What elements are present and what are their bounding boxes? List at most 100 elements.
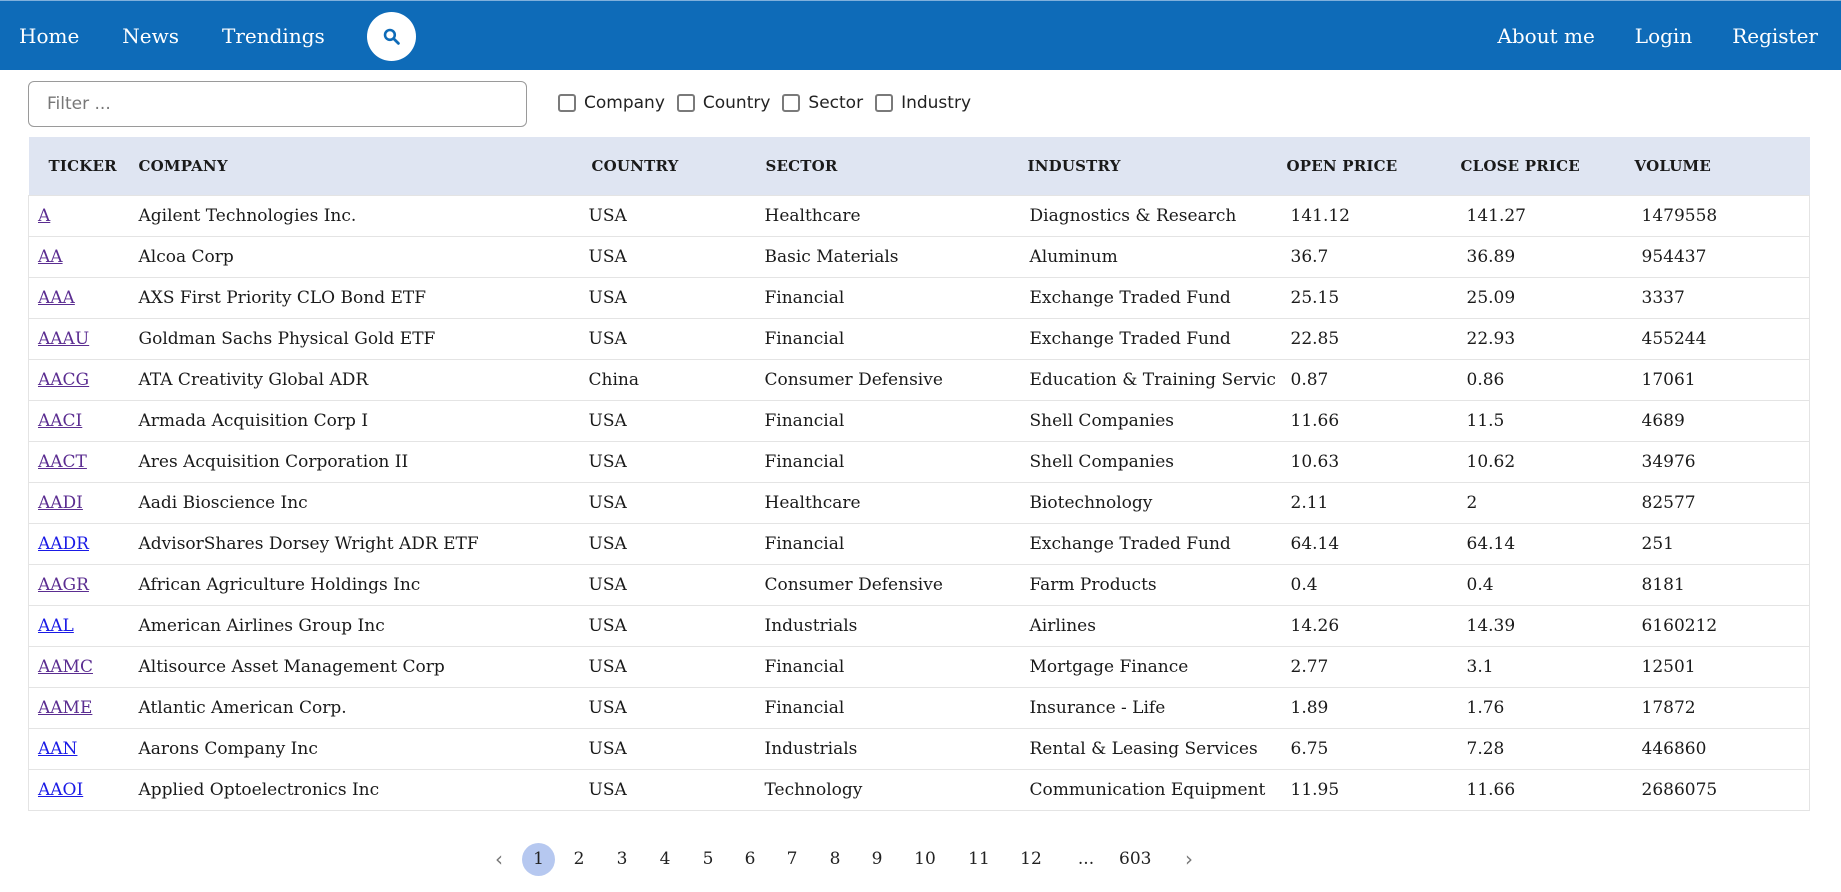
checkbox-country[interactable]: Country: [676, 93, 770, 113]
checkbox-box[interactable]: [782, 94, 801, 112]
ticker-link[interactable]: AADR: [38, 534, 89, 554]
pagination-page[interactable]: 5: [697, 843, 719, 875]
ticker-link[interactable]: AAAU: [38, 329, 89, 349]
pagination-prev-icon[interactable]: ‹: [492, 843, 506, 875]
checkbox-sector[interactable]: Sector: [782, 93, 863, 113]
table-row[interactable]: AACI Armada Acquisition Corp I USA Financia…: [28, 400, 1810, 442]
ticker-link[interactable]: AACI: [38, 411, 82, 431]
cell-industry: Shell Companies: [1014, 441, 1275, 483]
table-row[interactable]: AAN Aarons Company Inc USA Industrials Renta…: [28, 728, 1810, 770]
table-row[interactable]: AAA AXS First Priority CLO Bond ETF USA Fin…: [28, 277, 1810, 319]
table-row[interactable]: AAOI Applied Optoelectronics Inc USA Techno…: [28, 769, 1810, 811]
nav-news-link[interactable]: News: [122, 24, 179, 48]
pagination-page[interactable]: 603: [1119, 843, 1151, 875]
pagination-page[interactable]: 10: [914, 843, 936, 875]
cell-industry: Exchange Traded Fund: [1014, 277, 1275, 319]
cell-sector: Industrials: [752, 605, 1015, 647]
checkbox-box[interactable]: [875, 94, 894, 112]
cell-sector: Technology: [752, 769, 1015, 811]
table-row[interactable]: AAMC Altisource Asset Management Corp USA F…: [28, 646, 1810, 688]
pagination-page[interactable]: 2: [568, 843, 590, 875]
ticker-link[interactable]: AAME: [38, 698, 92, 718]
cell-company: Altisource Asset Management Corp: [135, 646, 579, 688]
header-close-price[interactable]: CLOSE PRICE: [1449, 137, 1623, 196]
pagination-page[interactable]: 12: [1018, 843, 1044, 875]
checkbox-company[interactable]: Company: [558, 93, 665, 113]
header-volume[interactable]: VOLUME: [1623, 137, 1810, 196]
cell-open-price: 10.63: [1274, 441, 1449, 483]
cell-company: AdvisorShares Dorsey Wright ADR ETF: [135, 523, 579, 565]
cell-volume: 954437: [1622, 236, 1810, 278]
table-row[interactable]: AADI Aadi Bioscience Inc USA Healthcare Biot…: [28, 482, 1810, 524]
table-row[interactable]: AACT Ares Acquisition Corporation II USA Fi…: [28, 441, 1810, 483]
ticker-link[interactable]: AAL: [38, 616, 74, 636]
ticker-link[interactable]: AA: [38, 247, 63, 267]
cell-industry: Aluminum: [1014, 236, 1275, 278]
stock-table-wrapper: TICKER COMPANY COUNTRY SECTOR INDUSTRY O…: [28, 137, 1810, 811]
ticker-link[interactable]: AAN: [38, 739, 77, 759]
filter-input[interactable]: [28, 81, 527, 127]
nav-about-link[interactable]: About me: [1497, 24, 1594, 48]
checkbox-label: Sector: [808, 93, 864, 113]
table-row[interactable]: AAME Atlantic American Corp. USA Financial I…: [28, 687, 1810, 729]
pagination-page[interactable]: 4: [654, 843, 676, 875]
ticker-link[interactable]: AAGR: [38, 575, 89, 595]
table-row[interactable]: AAGR African Agriculture Holdings Inc USA C…: [28, 564, 1810, 606]
cell-country: USA: [578, 646, 753, 688]
header-sector[interactable]: SECTOR: [753, 137, 1015, 196]
cell-ticker: AAL: [28, 605, 136, 647]
ticker-link[interactable]: AAA: [38, 288, 75, 308]
search-button[interactable]: [367, 12, 416, 61]
header-industry[interactable]: INDUSTRY: [1015, 137, 1275, 196]
cell-volume: 12501: [1622, 646, 1810, 688]
pagination-page[interactable]: 6: [739, 843, 761, 875]
checkbox-industry[interactable]: Industry: [875, 93, 971, 113]
cell-ticker: AAN: [28, 728, 136, 770]
nav-home-link[interactable]: Home: [19, 24, 79, 48]
header-ticker[interactable]: TICKER: [29, 137, 136, 196]
checkbox-box[interactable]: [558, 94, 576, 112]
header-country[interactable]: COUNTRY: [579, 137, 753, 196]
pagination-page[interactable]: 9: [866, 843, 888, 875]
cell-close-price: 14.39: [1448, 605, 1623, 647]
ticker-link[interactable]: AAOI: [38, 780, 83, 800]
pagination-page[interactable]: 3: [611, 843, 633, 875]
cell-country: USA: [578, 195, 753, 237]
table-row[interactable]: AAAU Goldman Sachs Physical Gold ETF USA Fi…: [28, 318, 1810, 360]
cell-industry: Exchange Traded Fund: [1014, 318, 1275, 360]
ticker-link[interactable]: A: [38, 206, 50, 226]
cell-close-price: 64.14: [1448, 523, 1623, 565]
ticker-link[interactable]: AACT: [38, 452, 87, 472]
table-row[interactable]: AADR AdvisorShares Dorsey Wright ADR ETF U…: [28, 523, 1810, 565]
cell-country: USA: [578, 400, 753, 442]
pagination-page[interactable]: 11: [966, 843, 992, 875]
cell-company: Aadi Bioscience Inc: [135, 482, 579, 524]
ticker-link[interactable]: AADI: [38, 493, 83, 513]
nav-trendings-link[interactable]: Trendings: [222, 24, 325, 48]
cell-open-price: 11.95: [1274, 769, 1449, 811]
pagination-page[interactable]: 1: [522, 843, 555, 876]
table-row[interactable]: AACG ATA Creativity Global ADR China Consum…: [28, 359, 1810, 401]
checkbox-box[interactable]: [676, 94, 695, 112]
pagination-next-icon[interactable]: ›: [1182, 843, 1196, 875]
table-row[interactable]: A Agilent Technologies Inc. USA Healthcare D…: [28, 195, 1810, 237]
ticker-link[interactable]: AACG: [38, 370, 89, 390]
cell-industry: Shell Companies: [1014, 400, 1275, 442]
cell-close-price: 11.5: [1448, 400, 1623, 442]
cell-sector: Industrials: [752, 728, 1015, 770]
header-company[interactable]: COMPANY: [136, 137, 579, 196]
cell-industry: Mortgage Finance: [1014, 646, 1275, 688]
cell-industry: Farm Products: [1014, 564, 1275, 606]
cell-industry: Education & Training Services: [1014, 359, 1275, 401]
table-row[interactable]: AA Alcoa Corp USA Basic Materials Aluminum 36…: [28, 236, 1810, 278]
pagination-page[interactable]: 8: [824, 843, 846, 875]
ticker-link[interactable]: AAMC: [38, 657, 93, 677]
cell-volume: 446860: [1622, 728, 1810, 770]
nav-register-link[interactable]: Register: [1732, 24, 1818, 48]
cell-close-price: 36.89: [1448, 236, 1623, 278]
header-open-price[interactable]: OPEN PRICE: [1275, 137, 1449, 196]
nav-login-link[interactable]: Login: [1635, 24, 1692, 48]
pagination-page[interactable]: 7: [781, 843, 803, 875]
cell-volume: 251: [1622, 523, 1810, 565]
table-row[interactable]: AAL American Airlines Group Inc USA Industr…: [28, 605, 1810, 647]
